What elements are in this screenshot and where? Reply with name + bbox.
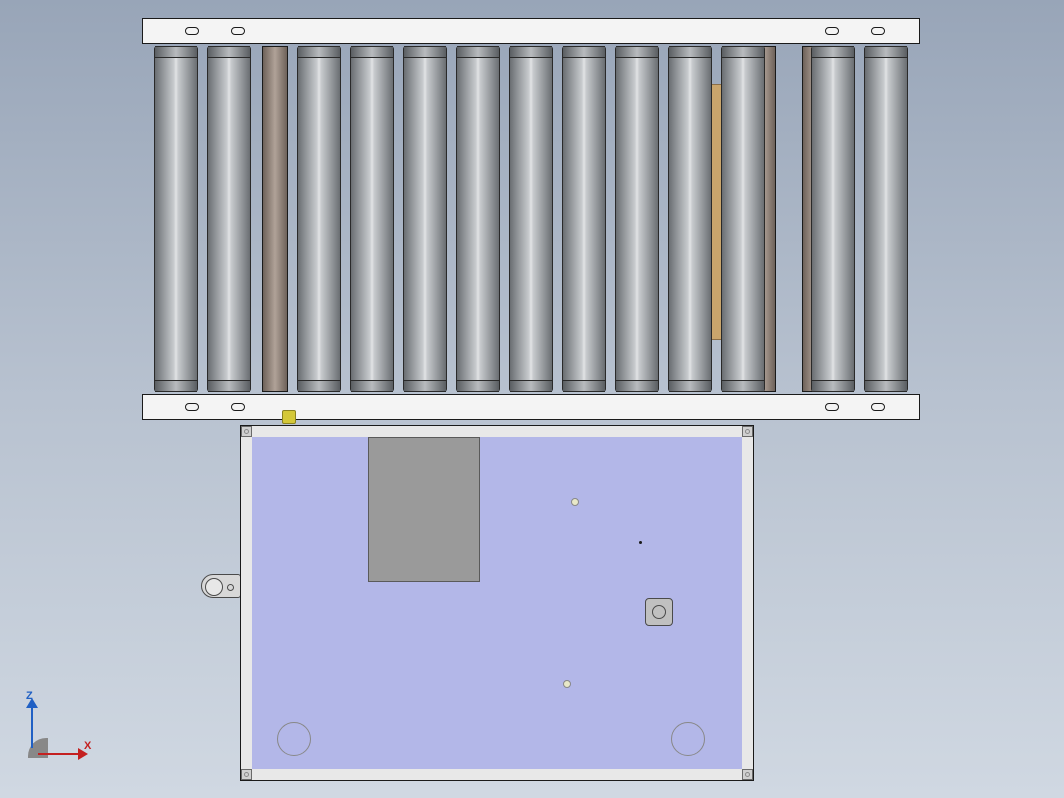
z-axis-icon bbox=[31, 704, 33, 748]
rail-mount-hole bbox=[231, 403, 245, 411]
rail-mount-hole bbox=[825, 27, 839, 35]
rail-mount-hole bbox=[871, 27, 885, 35]
rail-mount-hole bbox=[825, 403, 839, 411]
conveyor-roller bbox=[811, 46, 855, 392]
side-bracket bbox=[201, 574, 241, 598]
conveyor-bottom-rail bbox=[142, 394, 920, 420]
leveling-foot bbox=[277, 722, 311, 756]
leveling-foot bbox=[671, 722, 705, 756]
conveyor-roller bbox=[864, 46, 908, 392]
rail-mount-hole bbox=[871, 403, 885, 411]
motor-icon bbox=[645, 598, 673, 626]
support-bar bbox=[262, 46, 288, 392]
mounting-hole bbox=[571, 498, 579, 506]
conveyor-roller bbox=[562, 46, 606, 392]
mounting-hole bbox=[563, 680, 571, 688]
conveyor-roller bbox=[207, 46, 251, 392]
conveyor-roller bbox=[721, 46, 765, 392]
frame-corner bbox=[742, 769, 753, 780]
z-axis-label: Z bbox=[26, 690, 33, 702]
tiny-mark bbox=[639, 541, 642, 544]
x-axis-label: X bbox=[84, 740, 91, 752]
connector-nub bbox=[282, 410, 296, 424]
conveyor-roller bbox=[668, 46, 712, 392]
frame-corner bbox=[241, 769, 252, 780]
rail-mount-hole bbox=[185, 403, 199, 411]
table-assembly[interactable] bbox=[241, 426, 753, 780]
frame-corner bbox=[742, 426, 753, 437]
conveyor-roller bbox=[456, 46, 500, 392]
rail-mount-hole bbox=[231, 27, 245, 35]
coordinate-triad[interactable]: X Z bbox=[28, 698, 88, 758]
conveyor-roller bbox=[350, 46, 394, 392]
frame-corner bbox=[241, 426, 252, 437]
mounting-plate bbox=[368, 437, 480, 582]
conveyor-top-rail bbox=[142, 18, 920, 44]
conveyor-roller bbox=[297, 46, 341, 392]
conveyor-roller bbox=[403, 46, 447, 392]
conveyor-roller bbox=[615, 46, 659, 392]
x-axis-icon bbox=[38, 753, 82, 755]
conveyor-roller bbox=[154, 46, 198, 392]
conveyor-assembly[interactable] bbox=[142, 18, 920, 420]
rail-mount-hole bbox=[185, 27, 199, 35]
conveyor-roller bbox=[509, 46, 553, 392]
